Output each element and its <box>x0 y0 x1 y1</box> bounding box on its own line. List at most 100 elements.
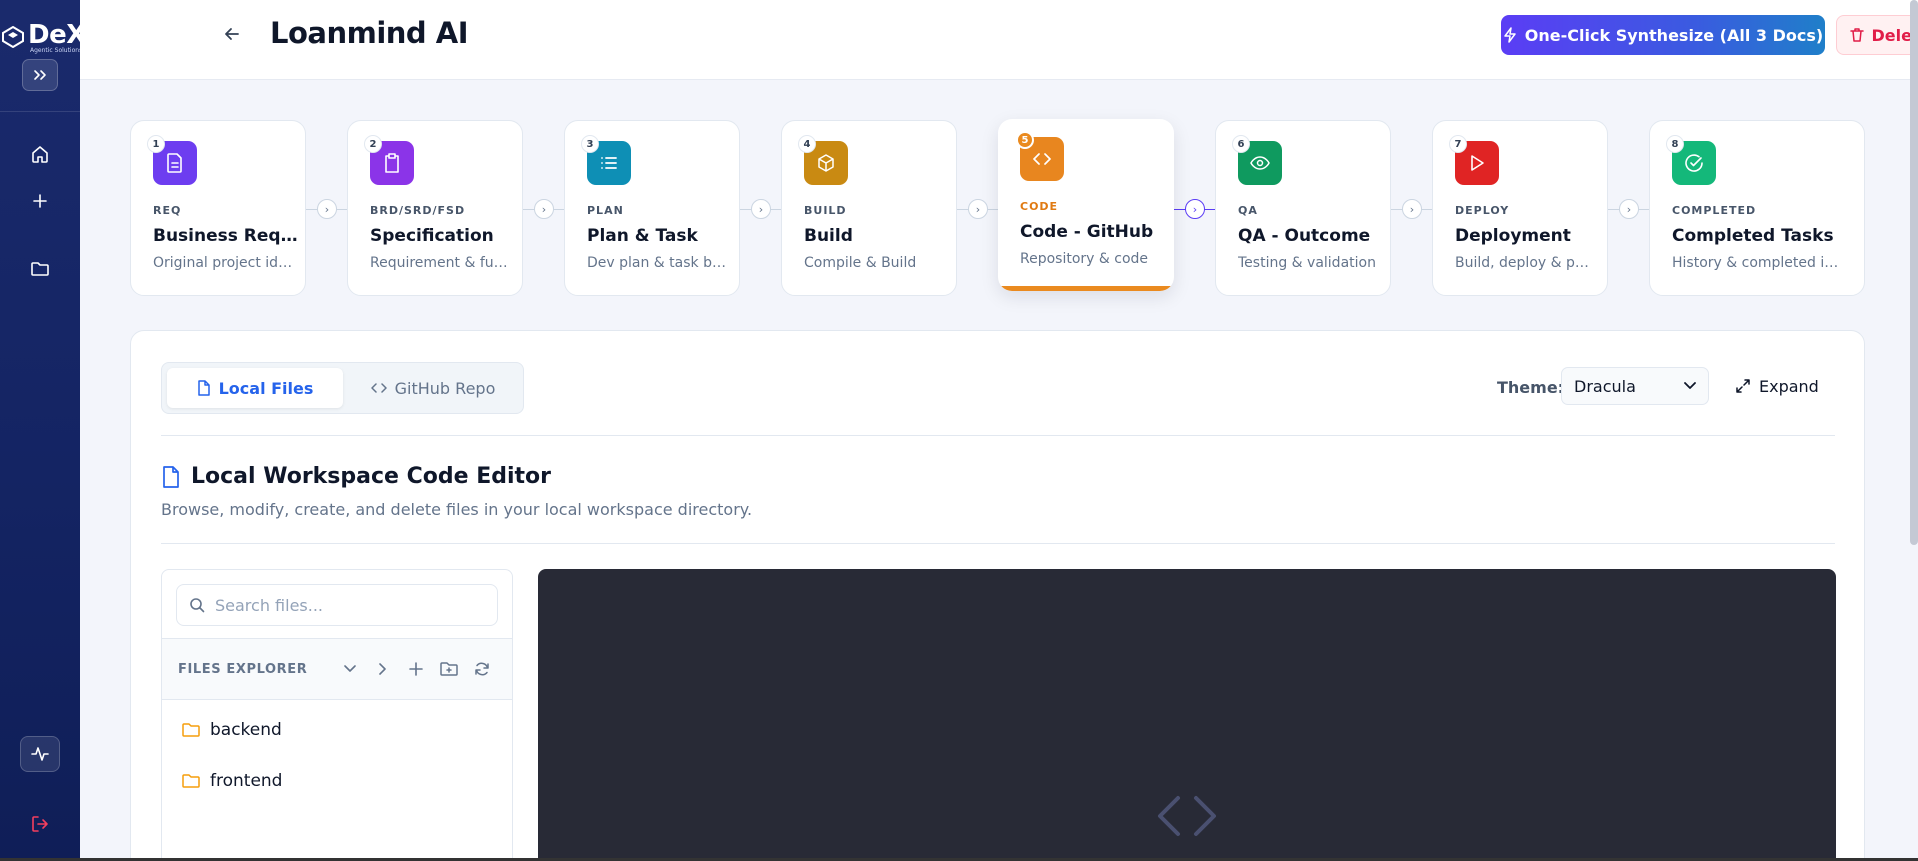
step-connector-arrow: › <box>534 199 554 219</box>
step-completed[interactable]: 8 COMPLETED Completed Tasks History & co… <box>1649 120 1865 296</box>
step-number: 7 <box>1449 135 1467 153</box>
folder-item[interactable]: backend <box>182 720 282 740</box>
step-req[interactable]: 1 REQ Business Requirements Original pro… <box>130 120 306 296</box>
sidebar-item-home[interactable] <box>28 142 52 166</box>
step-tag: CODE <box>1020 200 1059 213</box>
step-number: 5 <box>1016 131 1034 149</box>
arrow-left-icon <box>225 28 239 40</box>
list-icon <box>601 157 617 169</box>
sidebar-item-activity[interactable] <box>20 736 60 772</box>
step-tag: QA <box>1238 204 1258 217</box>
step-description: Original project idea <box>153 255 293 271</box>
step-name: QA - Outcome <box>1238 226 1371 246</box>
step-name: Completed Tasks <box>1672 226 1834 246</box>
step-name: Deployment <box>1455 226 1571 246</box>
step-description: Compile & Build <box>804 255 917 271</box>
step-name: Build <box>804 226 853 246</box>
tab-github-repo[interactable]: GitHub Repo <box>348 368 518 408</box>
folder-icon <box>182 774 200 788</box>
logo-text: DeX <box>28 20 86 50</box>
folder-icon <box>182 723 200 737</box>
section-title: Local Workspace Code Editor <box>161 464 551 489</box>
logo[interactable]: DeX Agentic Solutions <box>0 10 86 54</box>
sidebar: DeX Agentic Solutions <box>0 0 86 861</box>
refresh-button[interactable] <box>472 659 492 679</box>
theme-select[interactable]: Dracula <box>1561 367 1709 405</box>
page-title: Loanmind AI <box>270 16 469 50</box>
tab-local-files[interactable]: Local Files <box>167 368 343 408</box>
chevrons-right-icon <box>34 70 46 80</box>
sidebar-expand-button[interactable] <box>22 59 58 91</box>
page-header: Loanmind AI One-Click Synthesize (All 3 … <box>80 0 1918 80</box>
step-tag: BRD/SRD/FSD <box>370 204 466 217</box>
new-folder-button[interactable] <box>439 659 459 679</box>
folder-icon <box>31 262 49 276</box>
divider <box>161 435 1835 436</box>
step-tag: DEPLOY <box>1455 204 1510 217</box>
file-explorer: FILES EXPLORER backend frontend <box>161 569 513 861</box>
eye-icon <box>1250 156 1270 170</box>
sidebar-item-new[interactable] <box>28 189 52 213</box>
step-number: 2 <box>364 135 382 153</box>
back-button[interactable] <box>220 22 244 46</box>
synthesize-button[interactable]: One-Click Synthesize (All 3 Docs) <box>1501 15 1825 55</box>
source-tabs: Local Files GitHub Repo <box>161 362 524 414</box>
trash-icon <box>1849 28 1864 42</box>
code-editor[interactable] <box>538 569 1836 861</box>
step-code[interactable]: 5 CODE Code - GitHub Repository & code <box>998 119 1174 291</box>
delete-button[interactable]: Delete <box>1836 15 1918 55</box>
step-description: Dev plan & task breakdown <box>587 255 727 271</box>
lightning-icon <box>1504 27 1516 43</box>
step-description: Requirement & functional <box>370 255 510 271</box>
step-specification[interactable]: 2 BRD/SRD/FSD Specification Requirement … <box>347 120 523 296</box>
divider <box>161 543 1835 544</box>
section-description: Browse, modify, create, and delete files… <box>161 500 753 519</box>
code-panel: Local Files GitHub Repo Theme: Dracula E… <box>130 330 1865 861</box>
step-description: Repository & code <box>1020 251 1149 267</box>
theme-label: Theme: <box>1497 378 1565 397</box>
home-icon <box>32 146 48 163</box>
step-plan[interactable]: 3 PLAN Plan & Task Dev plan & task break… <box>564 120 740 296</box>
step-number: 3 <box>581 135 599 153</box>
search-input[interactable] <box>215 595 485 615</box>
page-scrollbar[interactable] <box>1910 0 1918 545</box>
activity-icon <box>31 747 49 761</box>
logo-subtitle: Agentic Solutions <box>30 47 83 54</box>
new-file-button[interactable] <box>406 659 426 679</box>
collapse-all-button[interactable] <box>340 659 360 679</box>
explorer-label: FILES EXPLORER <box>178 662 308 677</box>
step-connector-arrow: › <box>968 199 988 219</box>
step-deploy[interactable]: 7 DEPLOY Deployment Build, deploy & publ… <box>1432 120 1608 296</box>
step-number: 6 <box>1232 135 1250 153</box>
expand-all-button[interactable] <box>373 659 393 679</box>
plus-icon <box>33 194 47 208</box>
search-icon <box>190 598 205 613</box>
code-placeholder-icon <box>1158 796 1216 836</box>
expand-icon <box>1736 379 1750 393</box>
step-description: Testing & validation <box>1238 255 1376 271</box>
step-connector-arrow: › <box>317 199 337 219</box>
section-title-text: Local Workspace Code Editor <box>191 464 551 489</box>
expand-button[interactable]: Expand <box>1735 367 1835 405</box>
document-icon <box>167 153 182 173</box>
step-connector-arrow: › <box>1185 199 1205 219</box>
step-name: Specification <box>370 226 494 246</box>
step-number: 8 <box>1666 135 1684 153</box>
step-qa[interactable]: 6 QA QA - Outcome Testing & validation <box>1215 120 1391 296</box>
step-name: Business Requirements <box>153 226 303 246</box>
step-connector-arrow: › <box>1402 199 1422 219</box>
theme-value: Dracula <box>1574 376 1636 396</box>
code-icon <box>370 383 387 393</box>
search-box <box>176 584 498 626</box>
play-icon <box>1471 155 1484 171</box>
logout-button[interactable] <box>28 812 52 836</box>
code-icon <box>1033 153 1051 165</box>
step-tag: PLAN <box>587 204 624 217</box>
chevron-down-icon <box>1684 382 1696 389</box>
plus-icon <box>409 662 423 676</box>
step-build[interactable]: 4 BUILD Build Compile & Build <box>781 120 957 296</box>
step-connector-arrow: › <box>751 199 771 219</box>
folder-item[interactable]: frontend <box>182 771 282 791</box>
file-icon <box>197 380 210 396</box>
sidebar-item-projects[interactable] <box>28 257 52 281</box>
